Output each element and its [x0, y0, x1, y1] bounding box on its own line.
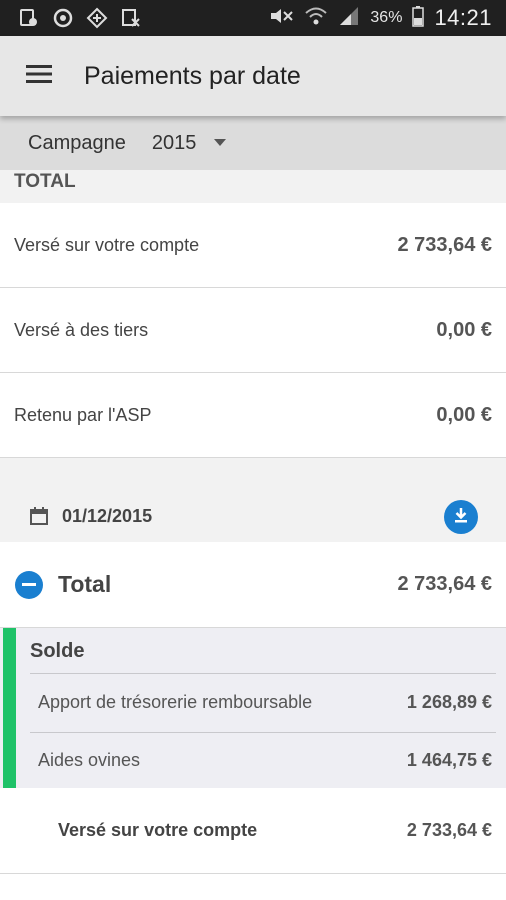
sync-icon: [52, 7, 74, 29]
mute-icon: [268, 6, 294, 31]
summary-label: Retenu par l'ASP: [14, 404, 152, 425]
verse-label: Versé sur votre compte: [58, 820, 258, 840]
chevron-down-icon: [214, 138, 227, 146]
summary-value: 0,00 €: [436, 403, 492, 426]
campaign-label: Campagne: [28, 131, 126, 154]
battery-icon: [412, 5, 425, 32]
payment-detail-card: Total 2 733,64 € Solde Apport de trésore…: [0, 542, 506, 900]
campaign-dropdown[interactable]: 2015: [152, 132, 227, 155]
solde-item-value: 1 464,75 €: [406, 749, 492, 770]
notification-app-icon: [18, 7, 40, 29]
solde-item-label: Apport de trésorerie remboursable: [38, 691, 313, 712]
detail-header[interactable]: Total 2 733,64 €: [0, 542, 506, 628]
detail-title: Total: [58, 571, 112, 597]
total-heading: TOTAL: [14, 171, 76, 192]
calendar-icon: [30, 507, 48, 525]
summary-list: Versé sur votre compte 2 733,64 € Versé …: [0, 203, 506, 458]
solde-title: Solde: [30, 640, 85, 662]
campaign-bar: Campagne 2015: [0, 116, 506, 170]
solde-item-value: 1 268,89 €: [406, 691, 492, 712]
clock: 14:21: [434, 5, 492, 30]
app-icon: [86, 7, 108, 29]
solde-item-aides-ovines: Aides ovines 1 464,75 €: [38, 746, 492, 774]
summary-value: 0,00 €: [436, 318, 492, 341]
status-bar: 36% 14:21: [0, 0, 506, 36]
page-title: Paiements par date: [84, 61, 301, 90]
app-bar: Paiements par date: [0, 36, 506, 116]
collapse-icon[interactable]: [15, 570, 43, 599]
verse-compte-row: Versé sur votre compte 2 733,64 €: [0, 788, 506, 874]
payment-date-row: 01/12/2015: [0, 490, 506, 542]
summary-row-retenu-asp: Retenu par l'ASP 0,00 €: [0, 373, 506, 458]
verse-value: 2 733,64 €: [406, 820, 492, 840]
solde-item-label: Aides ovines: [38, 749, 141, 770]
detail-amount: 2 733,64 €: [397, 573, 492, 595]
download-icon: [452, 506, 470, 529]
battery-percent: 36%: [370, 9, 403, 26]
solde-section: Solde Apport de trésorerie remboursable …: [0, 628, 506, 788]
summary-value: 2 733,64 €: [397, 233, 492, 256]
summary-label: Versé à des tiers: [14, 319, 149, 340]
wifi-icon: [304, 6, 328, 31]
summary-row-verse-tiers: Versé à des tiers 0,00 €: [0, 288, 506, 373]
divider: [30, 673, 496, 674]
signal-icon: [338, 6, 360, 31]
download-button[interactable]: [444, 500, 478, 534]
menu-button[interactable]: [10, 36, 68, 116]
divider: [30, 732, 496, 733]
payment-date: 01/12/2015: [62, 505, 153, 526]
summary-row-verse-compte: Versé sur votre compte 2 733,64 €: [0, 203, 506, 288]
status-indicator-bar: [3, 628, 16, 788]
summary-label: Versé sur votre compte: [14, 234, 200, 255]
excel-icon: [120, 7, 142, 29]
campaign-value: 2015: [151, 131, 197, 154]
solde-item-tresorerie: Apport de trésorerie remboursable 1 268,…: [38, 688, 492, 716]
hamburger-menu-icon: [26, 64, 52, 89]
